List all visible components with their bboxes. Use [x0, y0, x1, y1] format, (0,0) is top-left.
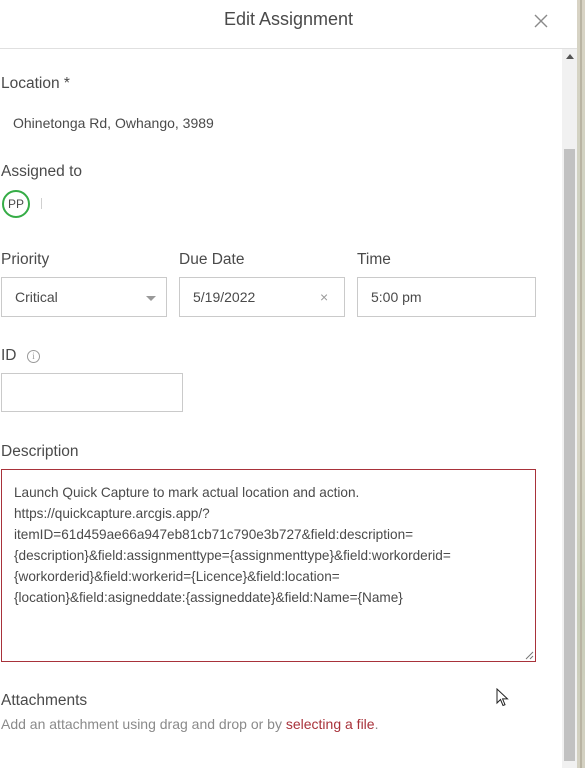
due-date-input[interactable]: 5/19/2022 × — [179, 277, 345, 317]
scrollbar-thumb[interactable] — [564, 149, 575, 761]
info-icon[interactable]: i — [27, 350, 40, 363]
location-value: Ohinetonga Rd, Owhango, 3989 — [13, 115, 214, 131]
scroll-up-icon[interactable] — [566, 54, 574, 59]
avatar[interactable]: PP — [2, 190, 30, 218]
time-value: 5:00 pm — [371, 289, 422, 305]
select-file-link[interactable]: selecting a file — [286, 716, 375, 732]
description-label: Description — [1, 443, 79, 460]
mouse-cursor-icon — [496, 688, 509, 707]
map-road-line — [580, 0, 582, 768]
resize-handle-icon[interactable] — [524, 650, 534, 660]
chevron-down-icon — [146, 296, 156, 301]
attachments-suffix: . — [374, 716, 379, 732]
assigned-to-label: Assigned to — [1, 163, 82, 180]
description-textarea[interactable]: Launch Quick Capture to mark actual loca… — [1, 469, 536, 662]
attachments-prefix: Add an attachment using drag and drop or… — [1, 716, 286, 732]
attachments-label: Attachments — [1, 692, 88, 709]
due-date-label: Due Date — [179, 251, 245, 268]
avatar-initials: PP — [7, 197, 24, 211]
dialog-header: Edit Assignment — [0, 0, 577, 49]
close-icon[interactable] — [532, 12, 550, 30]
location-label: Location * — [1, 75, 70, 92]
priority-label: Priority — [1, 251, 50, 268]
dialog-title: Edit Assignment — [223, 9, 354, 29]
due-date-value: 5/19/2022 — [193, 289, 256, 305]
attachments-description: Add an attachment using drag and drop or… — [1, 716, 378, 732]
scrollbar[interactable] — [562, 49, 577, 768]
clear-icon[interactable]: × — [320, 289, 328, 305]
time-input[interactable]: 5:00 pm — [357, 277, 536, 317]
priority-value: Critical — [15, 289, 58, 305]
id-input[interactable] — [1, 373, 183, 412]
divider — [41, 198, 42, 209]
edit-assignment-dialog: Edit Assignment Location * Ohinetonga Rd… — [0, 0, 577, 768]
priority-select[interactable]: Critical — [1, 277, 167, 317]
time-label: Time — [357, 251, 391, 268]
id-label: ID — [1, 347, 17, 364]
map-background — [577, 0, 585, 768]
